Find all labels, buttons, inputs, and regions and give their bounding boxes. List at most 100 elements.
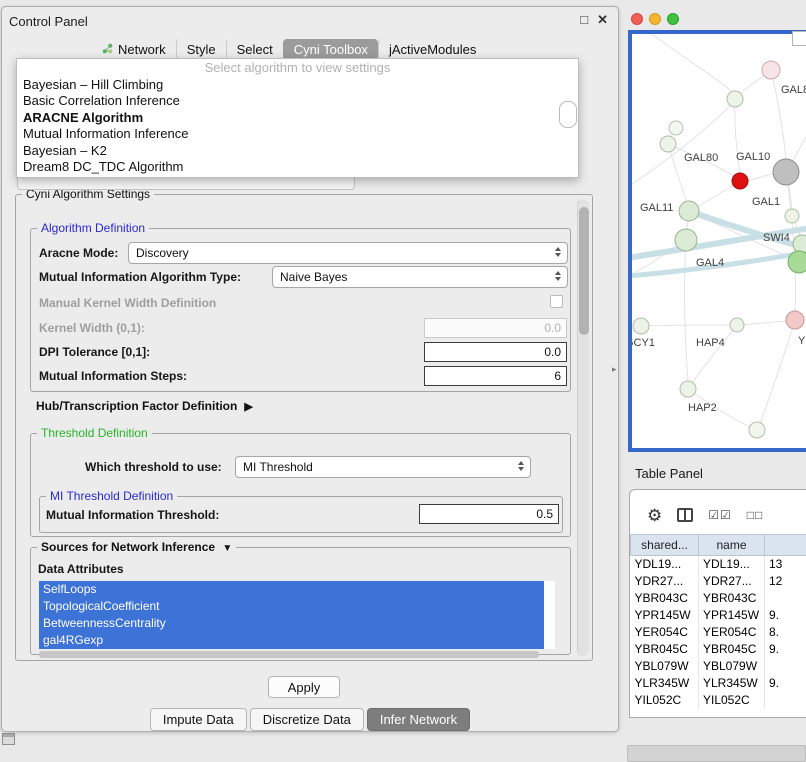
birdseye-toggle[interactable] [792,31,806,46]
table-cell: YLR345W [699,675,765,692]
tab-cyni-toolbox[interactable]: Cyni Toolbox [283,39,378,60]
panel-collapse-arrow[interactable]: ▸ [612,364,617,375]
deselect-all-icon[interactable]: □□ [747,508,764,522]
table-row[interactable]: YER054CYER054C8. [631,624,806,641]
kernel-width-label: Kernel Width (0,1): [39,321,145,335]
attribute-item-betweennesscentrality[interactable]: BetweennessCentrality [39,615,544,632]
network-node[interactable] [633,318,649,334]
sources-title: Sources for Network Inference [41,540,215,554]
attributes-hscroll-thumb[interactable] [39,651,539,658]
table-cell: YDR27... [699,573,765,590]
mi-type-value: Naive Bayes [280,270,347,284]
gear-icon[interactable]: ⚙ [647,507,662,524]
network-node[interactable] [793,235,806,253]
network-node[interactable] [749,422,765,438]
algorithm-option-aracne-algorithm[interactable]: ARACNE Algorithm [17,110,578,127]
network-edge [632,104,732,184]
settings-scrollbar[interactable] [577,199,589,656]
table-row[interactable]: YPR145WYPR145W9. [631,607,806,624]
network-node[interactable] [773,159,799,185]
algorithm-option-list: Bayesian – Hill ClimbingBasic Correlatio… [17,77,578,176]
tab-style[interactable]: Style [176,39,226,60]
hub-section-toggle[interactable]: Hub/Transcription Factor Definition ▶ [36,399,253,413]
zoom-traffic-light[interactable] [667,13,679,25]
mi-type-label: Mutual Information Algorithm Type: [39,270,241,284]
column-header-name[interactable]: name [699,535,765,556]
table-row[interactable]: YBR043CYBR043C [631,590,806,607]
table-row[interactable]: YDR27...YDR27...12 [631,573,806,590]
tab-impute-data[interactable]: Impute Data [150,708,247,731]
node-label: HAP2 [688,402,717,414]
attribute-item-gal4rgexp[interactable]: gal4RGexp [39,632,544,649]
algorithm-option-dream8-dc-tdc-algorithm[interactable]: Dream8 DC_TDC Algorithm [17,159,578,176]
close-traffic-light[interactable] [631,13,643,25]
network-edge [652,34,735,96]
columns-icon[interactable] [677,508,693,522]
network-node[interactable] [680,381,696,397]
attribute-item-selfloops[interactable]: SelfLoops [39,581,544,598]
bottom-panel-strip [627,745,806,762]
network-node[interactable] [675,229,697,251]
table-panel-title: Table Panel [635,466,703,481]
table-cell: YPR145W [699,607,765,624]
which-threshold-select[interactable]: MI Threshold [235,456,531,478]
algorithm-option-bayesian-k2[interactable]: Bayesian – K2 [17,143,578,160]
column-header-shared[interactable]: shared... [631,535,699,556]
tab-network[interactable]: Network [92,39,176,60]
minimize-traffic-light[interactable] [649,13,661,25]
mi-steps-label: Mutual Information Steps: [39,369,187,383]
close-icon[interactable]: ✕ [597,12,608,28]
network-node[interactable] [660,136,676,152]
tab-select[interactable]: Select [226,39,283,60]
network-node[interactable] [762,61,780,79]
network-node[interactable] [732,173,748,189]
kernel-width-field[interactable] [424,318,567,338]
table-row[interactable]: YBR045CYBR045C9. [631,641,806,658]
caret-right-icon: ▶ [244,400,252,413]
dpi-tolerance-field[interactable] [424,342,567,362]
combo-arrows-icon [518,461,524,471]
aracne-mode-value: Discovery [136,246,189,260]
table-row[interactable]: YBL079WYBL079W [631,658,806,675]
popup-scrollbar-thumb[interactable] [559,101,577,128]
network-node[interactable] [730,318,744,332]
network-node[interactable] [788,251,806,273]
tab-jactivemodules[interactable]: jActiveModules [378,39,486,60]
network-node[interactable] [669,121,683,135]
table-row[interactable]: YIL052CYIL052C [631,692,806,709]
tab-discretize-data[interactable]: Discretize Data [250,708,364,731]
attribute-item-topologicalcoefficient[interactable]: TopologicalCoefficient [39,598,544,615]
network-node[interactable] [727,91,743,107]
algorithm-option-mutual-information-inference[interactable]: Mutual Information Inference [17,126,578,143]
table-row[interactable]: YDL19...YDL19...13 [631,556,806,573]
mi-algorithm-type-select[interactable]: Naive Bayes [272,266,568,288]
sources-section-toggle[interactable]: Sources for Network Inference ▼ [37,540,236,554]
network-node[interactable] [785,209,799,223]
network-node[interactable] [786,311,804,329]
column-header-extra[interactable] [765,535,806,556]
node-label: GAL80 [684,152,718,164]
algorithm-option-basic-correlation-inference[interactable]: Basic Correlation Inference [17,93,578,110]
minimized-window-icon[interactable] [2,733,15,745]
tab-label: Select [237,42,273,57]
table-cell: YER054C [631,624,699,641]
aracne-mode-select[interactable]: Discovery [128,242,568,264]
network-canvas[interactable]: GAL8GAL80GAL10GAL11GAL1SWI4GAL4GCY1HAP4Y… [632,34,806,448]
mi-threshold-field[interactable] [419,504,559,524]
algorithm-option-bayesian-hill-climbing[interactable]: Bayesian – Hill Climbing [17,77,578,94]
tab-infer-network[interactable]: Infer Network [367,708,470,731]
algorithm-definition-title: Algorithm Definition [37,221,149,235]
table-panel-window: ⚙ ☑☑ □□ shared...name YDL19...YDL19...13… [629,489,806,718]
apply-button[interactable]: Apply [268,676,340,698]
network-icon [102,42,113,57]
table-cell: YIL052C [631,692,699,709]
settings-scrollbar-thumb[interactable] [579,207,589,335]
node-label: HAP4 [696,337,725,349]
manual-kernel-checkbox[interactable] [550,295,563,308]
select-all-icon[interactable]: ☑☑ [708,508,732,522]
network-node[interactable] [679,201,699,221]
mi-steps-field[interactable] [424,366,567,386]
network-view[interactable]: GAL8GAL80GAL10GAL11GAL1SWI4GAL4GCY1HAP4Y… [628,30,806,452]
float-window-icon[interactable]: □ [580,12,588,28]
table-row[interactable]: YLR345WYLR345W9. [631,675,806,692]
